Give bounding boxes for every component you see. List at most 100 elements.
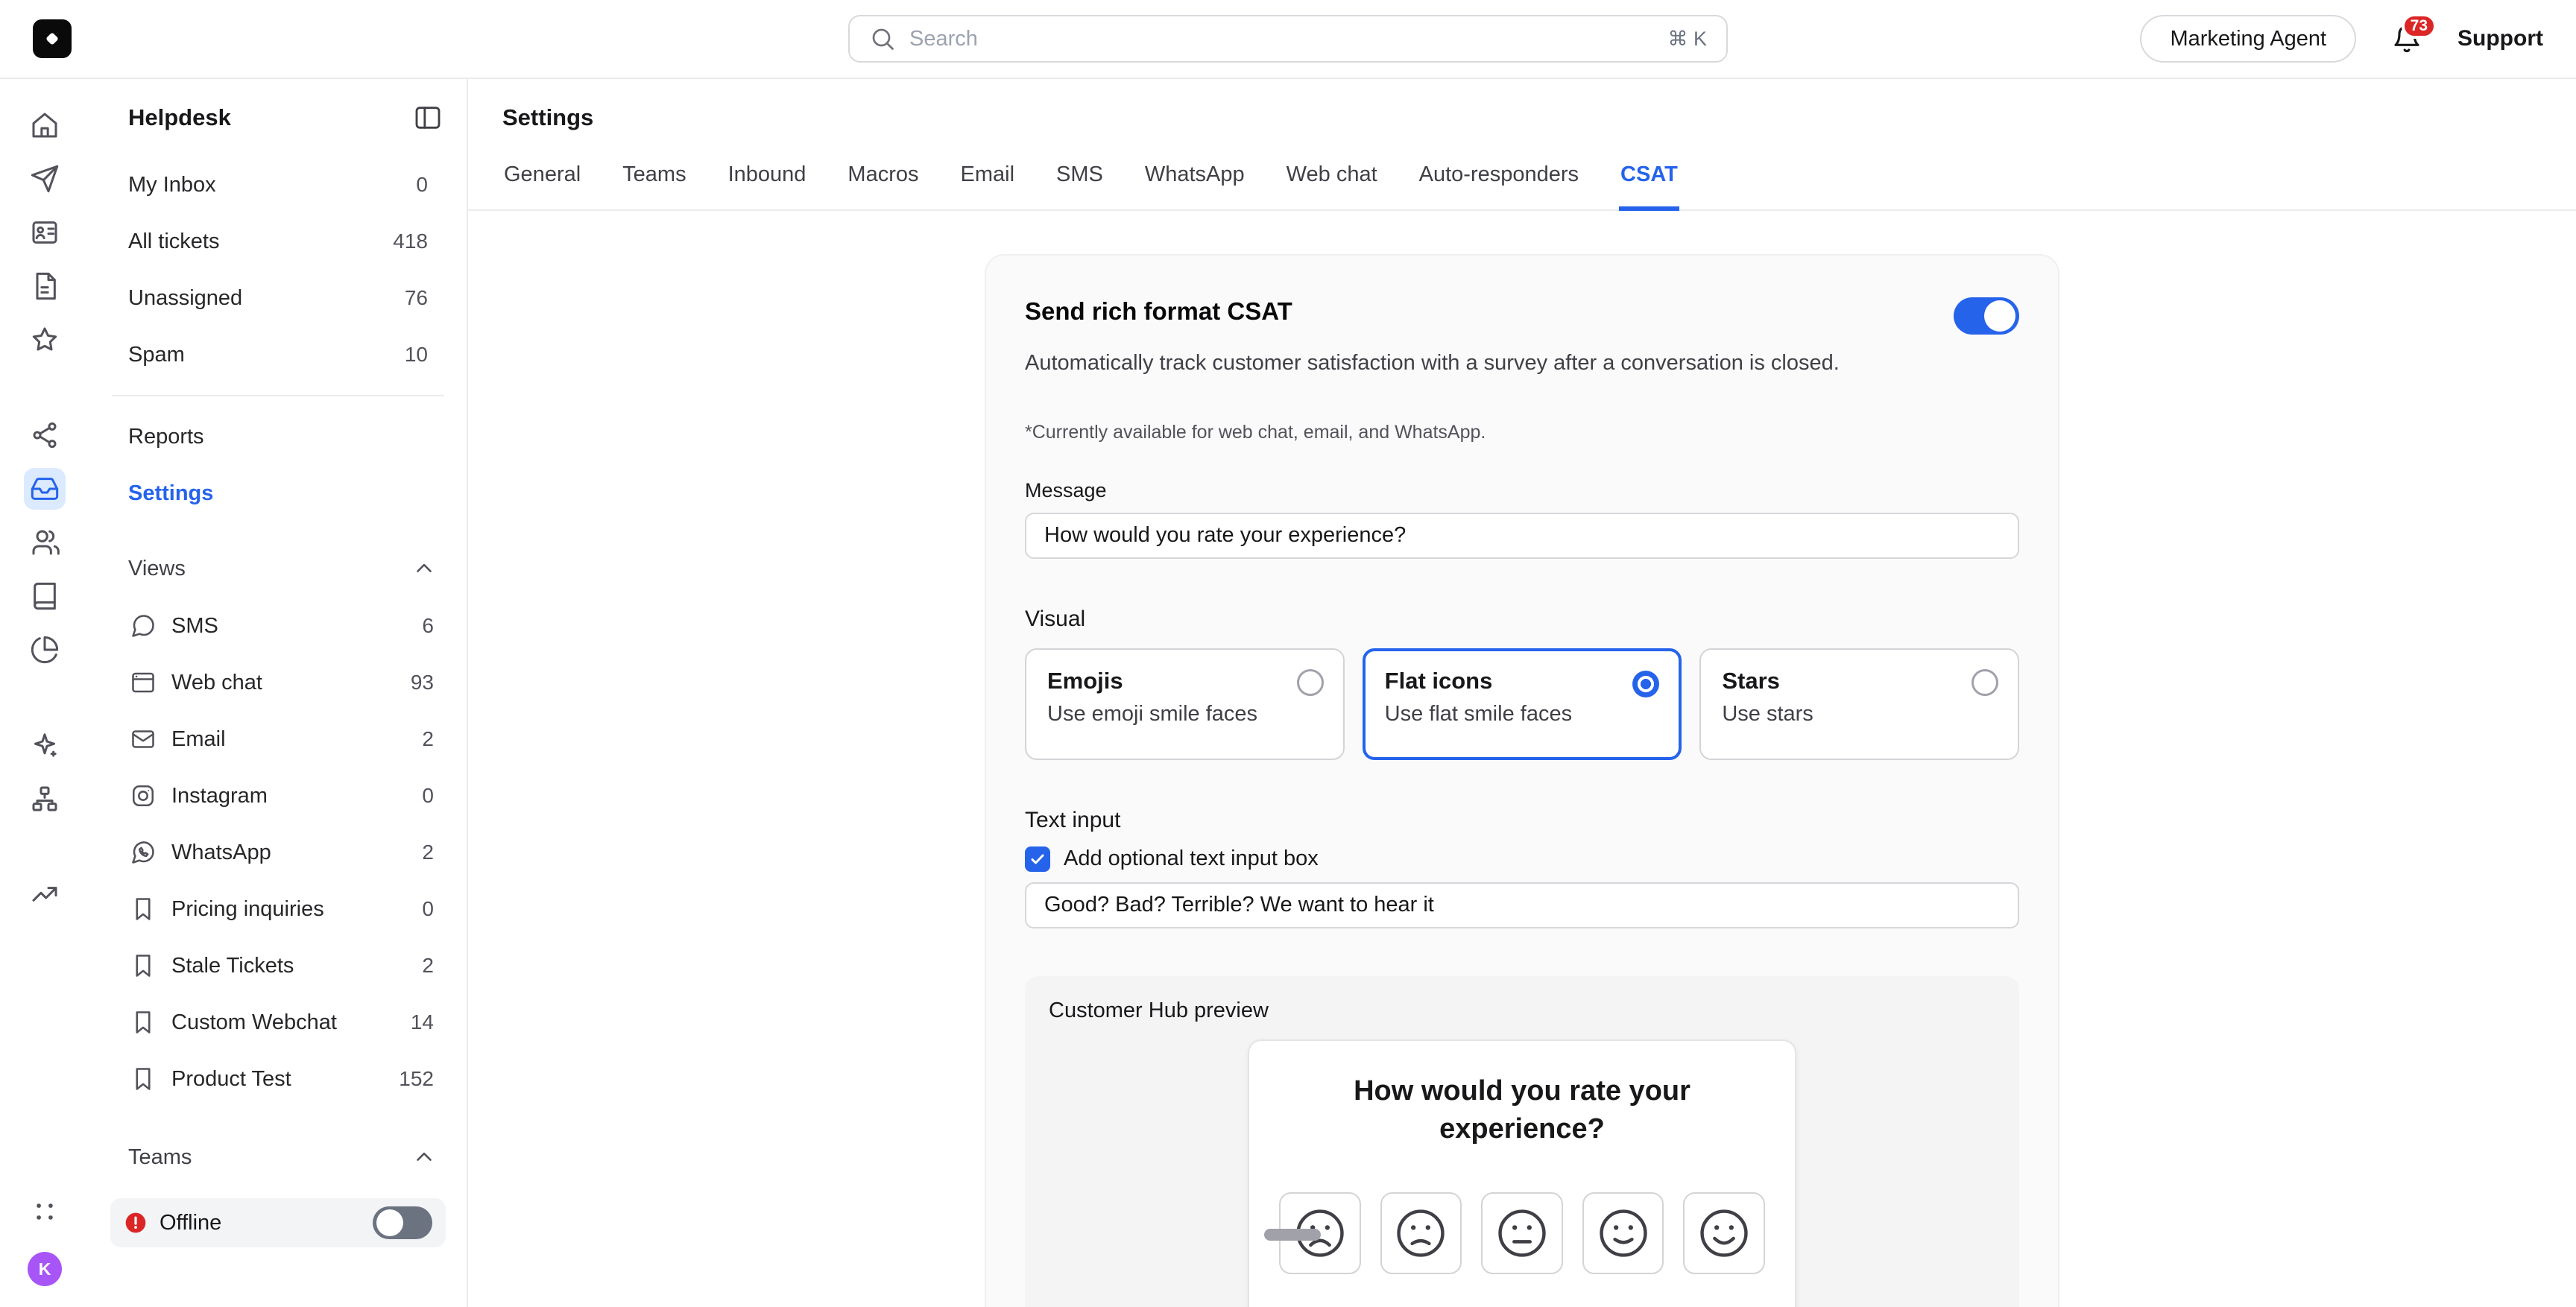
text-input-label: Text input [1025,808,2019,833]
sparkle-icon [30,730,60,760]
tab-csat[interactable]: CSAT [1619,154,1679,211]
tab-email[interactable]: Email [959,154,1017,211]
sidebar-title: Helpdesk [128,104,231,131]
workflows-button[interactable] [24,778,66,820]
view-label: WhatsApp [171,841,271,865]
offline-status-icon [124,1211,148,1235]
view-item-whatsapp[interactable]: WhatsApp 2 [106,824,450,881]
view-label: Pricing inquiries [171,897,324,922]
optional-text-checkbox[interactable] [1025,846,1050,872]
csat-settings-card: Send rich format CSAT Automatically trac… [985,254,2059,1307]
outbound-button[interactable] [24,158,66,200]
view-label: Product Test [171,1067,291,1092]
share-button[interactable] [24,414,66,456]
view-item-stale-tickets[interactable]: Stale Tickets 2 [106,937,450,994]
tab-web-chat[interactable]: Web chat [1285,154,1379,211]
status-toggle[interactable] [373,1206,432,1239]
sidebar-item-label: Unassigned [128,286,242,311]
bookmark-icon [130,1009,157,1036]
teams-section-header[interactable]: Teams [106,1128,450,1186]
knowledge-base-button[interactable] [24,575,66,617]
sidebar-item-settings[interactable]: Settings [106,465,450,522]
search-shortcut: ⌘ K [1667,28,1707,51]
option-emojis[interactable]: Emojis Use emoji smile faces [1025,648,1345,760]
sidebar-item-all-tickets[interactable]: All tickets 418 [106,213,450,270]
tab-whatsapp[interactable]: WhatsApp [1143,154,1246,211]
item-count: 2 [422,841,434,864]
envelope-icon [130,726,157,753]
rating-option-sad[interactable] [1380,1192,1462,1274]
view-item-pricing-inquiries[interactable]: Pricing inquiries 0 [106,881,450,937]
app-logo[interactable] [33,19,72,58]
sidebar-item-my-inbox[interactable]: My Inbox 0 [106,156,450,213]
csat-availability-note: *Currently available for web chat, email… [1025,422,2019,443]
search-input[interactable] [909,27,1654,51]
global-search[interactable]: ⌘ K [848,15,1728,63]
option-stars[interactable]: Stars Use stars [1699,648,2019,760]
sidebar-item-reports[interactable]: Reports [106,408,450,465]
notes-button[interactable] [24,265,66,307]
view-item-custom-webchat[interactable]: Custom Webchat 14 [106,994,450,1051]
csat-toggle[interactable] [1954,297,2019,335]
section-label: Teams [128,1145,192,1170]
emojis-radio[interactable] [1297,669,1324,696]
home-button[interactable] [24,104,66,146]
view-item-sms[interactable]: SMS 6 [106,598,450,654]
optional-text-input[interactable] [1025,882,2019,928]
rating-option-happy[interactable] [1582,1192,1664,1274]
option-flat-icons[interactable]: Flat icons Use flat smile faces [1363,648,1682,760]
tab-sms[interactable]: SMS [1055,154,1105,211]
rating-option-very-happy[interactable] [1683,1192,1765,1274]
view-label: Custom Webchat [171,1010,337,1035]
visual-label: Visual [1025,607,2019,632]
sidebar-item-label: My Inbox [128,173,216,197]
workspace-switcher-button[interactable]: Marketing Agent [2140,15,2356,63]
collapse-sidebar-icon[interactable] [413,103,443,133]
message-input[interactable] [1025,513,2019,559]
automation-button[interactable] [24,724,66,766]
reports-button[interactable] [24,629,66,671]
item-count: 418 [393,230,428,253]
bookmark-icon [130,952,157,979]
option-title: Stars [1722,668,1997,694]
bookmark-icon [130,1066,157,1092]
item-count: 0 [422,784,434,808]
favorites-button[interactable] [24,319,66,361]
sidebar-item-spam[interactable]: Spam 10 [106,326,450,383]
stars-radio[interactable] [1972,669,1998,696]
settings-tabs: General Teams Inbound Macros Email SMS W… [468,154,2576,211]
settings-page: Settings General Teams Inbound Macros Em… [468,79,2576,1307]
sidebar-item-unassigned[interactable]: Unassigned 76 [106,270,450,326]
browser-window-icon [130,669,157,696]
tab-general[interactable]: General [502,154,582,211]
send-icon [30,164,60,194]
pie-chart-icon [30,635,60,665]
notifications-button[interactable]: 73 [2392,24,2422,54]
section-label: Views [128,557,186,581]
face-very-happy-icon [1696,1205,1752,1262]
view-item-email[interactable]: Email 2 [106,711,450,768]
inbox-icon [30,474,60,504]
apps-button[interactable] [24,1191,66,1232]
check-icon [1029,850,1046,868]
preview-scrollbar-thumb[interactable] [1264,1229,1321,1241]
tab-macros[interactable]: Macros [846,154,920,211]
helpdesk-inbox-button[interactable] [24,468,66,510]
view-item-product-test[interactable]: Product Test 152 [106,1051,450,1107]
view-item-web-chat[interactable]: Web chat 93 [106,654,450,711]
contacts-button[interactable] [24,212,66,253]
view-label: Instagram [171,784,268,808]
item-count: 0 [416,173,428,197]
book-icon [30,581,60,611]
user-avatar[interactable]: K [28,1252,62,1286]
views-section-header[interactable]: Views [106,539,450,598]
customers-button[interactable] [24,522,66,563]
home-icon [30,110,60,140]
tab-auto-responders[interactable]: Auto-responders [1418,154,1580,211]
view-item-instagram[interactable]: Instagram 0 [106,768,450,824]
support-link[interactable]: Support [2457,26,2543,51]
growth-button[interactable] [24,873,66,915]
tab-inbound[interactable]: Inbound [727,154,808,211]
tab-teams[interactable]: Teams [621,154,687,211]
rating-option-neutral[interactable] [1481,1192,1563,1274]
